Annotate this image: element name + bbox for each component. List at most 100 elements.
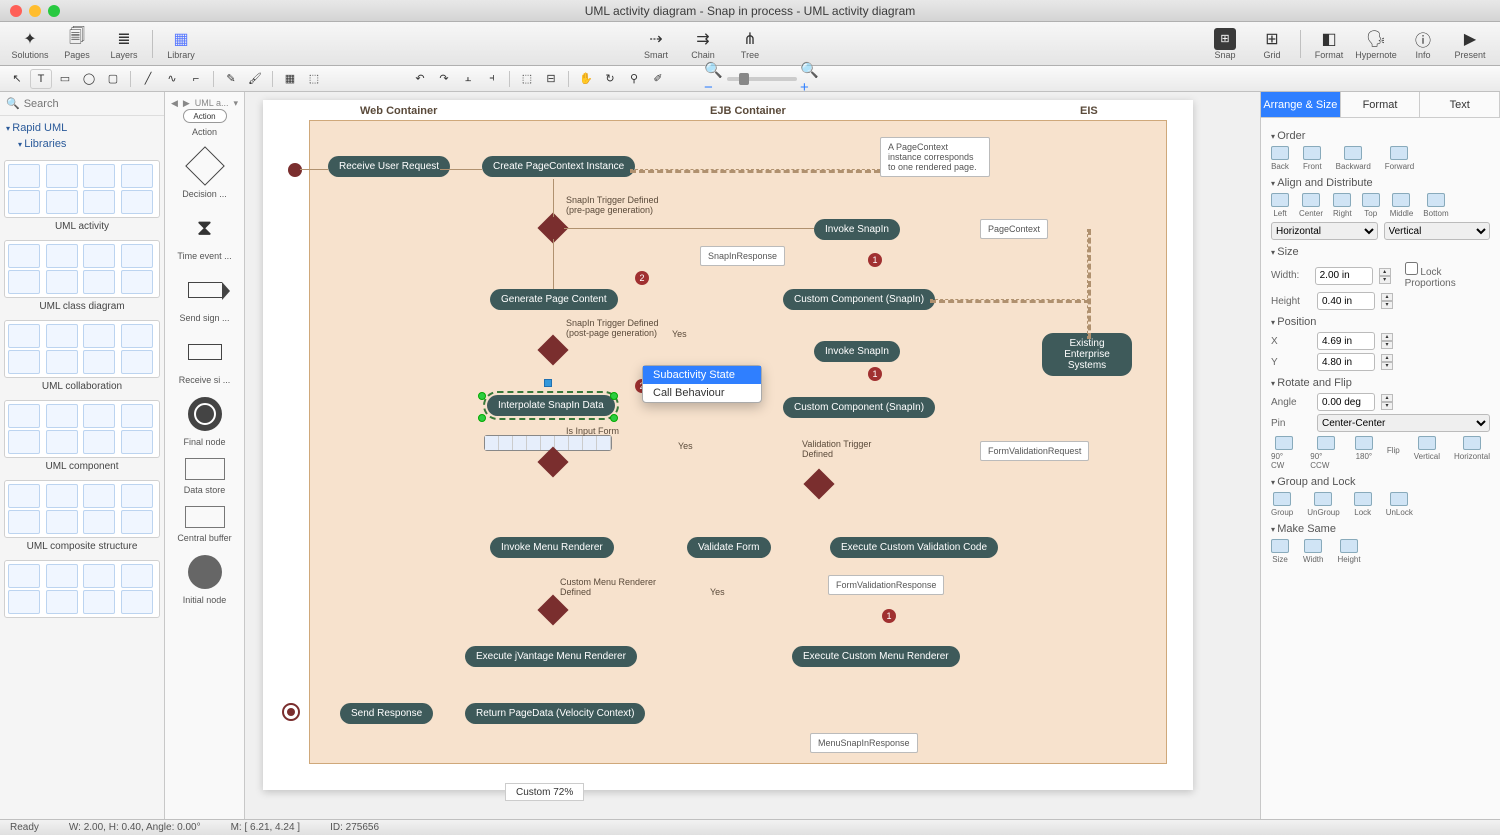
node-invoke-menu[interactable]: Invoke Menu Renderer xyxy=(490,537,614,558)
ellipse-tool[interactable]: ◯ xyxy=(78,69,100,89)
ungroup-button[interactable]: UnGroup xyxy=(1307,492,1339,517)
node-receive[interactable]: Receive User Request xyxy=(328,156,450,177)
height-input[interactable] xyxy=(1317,292,1375,310)
decision-1[interactable] xyxy=(537,212,568,243)
lib-uml-collab[interactable]: UML collaboration xyxy=(4,320,160,392)
finalnode-stencil[interactable] xyxy=(185,394,225,434)
section-position[interactable]: Position xyxy=(1271,316,1490,328)
rotate-180[interactable]: 180° xyxy=(1355,436,1373,470)
zoom-display[interactable]: Custom 72% xyxy=(505,783,584,801)
node-custom1[interactable]: Custom Component (SnapIn) xyxy=(783,289,935,310)
action-stencil-btn[interactable]: Action xyxy=(183,109,227,123)
nav-fwd-icon[interactable]: ▶ xyxy=(183,98,190,109)
hypernote-button[interactable]: 🗣Hypernote xyxy=(1354,24,1398,64)
spin-down[interactable]: ▾ xyxy=(1379,276,1391,284)
note-pagecontext[interactable]: A PageContext instance corresponds to on… xyxy=(880,137,990,177)
order-back[interactable]: Back xyxy=(1271,146,1289,171)
lib-uml-component[interactable]: UML component xyxy=(4,400,160,472)
library-button[interactable]: ▦Library xyxy=(159,24,203,64)
tree-libraries[interactable]: Libraries xyxy=(18,136,158,152)
align-right[interactable]: Right xyxy=(1333,193,1352,218)
pin-select[interactable]: Center-Center xyxy=(1317,414,1490,432)
section-order[interactable]: Order xyxy=(1271,130,1490,142)
note-pagectx[interactable]: PageContext xyxy=(980,219,1048,239)
align-center[interactable]: Center xyxy=(1299,193,1323,218)
node-generate[interactable]: Generate Page Content xyxy=(490,289,618,310)
search-input[interactable] xyxy=(24,98,166,110)
resize-handle[interactable] xyxy=(478,392,486,400)
makesame-size[interactable]: Size xyxy=(1271,539,1289,564)
section-group[interactable]: Group and Lock xyxy=(1271,476,1490,488)
rotate-tool[interactable]: ↻ xyxy=(599,69,621,89)
breadcrumb-tab[interactable]: UML a... xyxy=(195,98,229,109)
x-input[interactable] xyxy=(1317,332,1375,350)
node-invoke-snapin2[interactable]: Invoke SnapIn xyxy=(814,341,900,362)
smart-guide-toolbar[interactable] xyxy=(484,435,612,451)
spin-up[interactable]: ▴ xyxy=(1381,354,1393,362)
align-left[interactable]: Left xyxy=(1271,193,1289,218)
node-custom2[interactable]: Custom Component (SnapIn) xyxy=(783,397,935,418)
brush-tool[interactable]: 🖌 xyxy=(244,69,266,89)
sendsignal-stencil[interactable] xyxy=(185,270,225,310)
resize-handle[interactable] xyxy=(478,414,486,422)
spline-tool[interactable]: ∿ xyxy=(161,69,183,89)
lib-uml-composite[interactable]: UML composite structure xyxy=(4,480,160,552)
note-formvalresp[interactable]: FormValidationResponse xyxy=(828,575,944,595)
section-makesame[interactable]: Make Same xyxy=(1271,523,1490,535)
node-invoke-snapin1[interactable]: Invoke SnapIn xyxy=(814,219,900,240)
spin-up[interactable]: ▴ xyxy=(1381,394,1393,402)
align-top[interactable]: Top xyxy=(1362,193,1380,218)
layers-button[interactable]: ≣Layers xyxy=(102,24,146,64)
lock-button[interactable]: Lock xyxy=(1354,492,1372,517)
distribute-vert[interactable]: Vertical xyxy=(1384,222,1491,240)
node-send-resp[interactable]: Send Response xyxy=(340,703,433,724)
section-rotate[interactable]: Rotate and Flip xyxy=(1271,377,1490,389)
lock-proportions[interactable] xyxy=(1405,262,1418,275)
ungroup-tool[interactable]: ⊟ xyxy=(540,69,562,89)
section-align[interactable]: Align and Distribute xyxy=(1271,177,1490,189)
receivesignal-stencil[interactable] xyxy=(185,332,225,372)
menu-callbehaviour[interactable]: Call Behaviour xyxy=(643,384,761,402)
pages-button[interactable]: 🗐Pages xyxy=(55,24,99,64)
angle-input[interactable] xyxy=(1317,393,1375,411)
distribute-tool[interactable]: ⫞ xyxy=(481,69,503,89)
flip-vertical[interactable]: Vertical xyxy=(1414,436,1440,470)
order-front[interactable]: Front xyxy=(1303,146,1322,171)
distribute-horiz[interactable]: Horizontal xyxy=(1271,222,1378,240)
note-snapinresp[interactable]: SnapInResponse xyxy=(700,246,785,266)
zoom-out-button[interactable]: 🔍− xyxy=(703,69,725,89)
zoom-icon[interactable] xyxy=(48,5,60,17)
section-size[interactable]: Size xyxy=(1271,246,1490,258)
order-forward[interactable]: Forward xyxy=(1385,146,1414,171)
node-exec-custom-menu[interactable]: Execute Custom Menu Renderer xyxy=(792,646,960,667)
makesame-height[interactable]: Height xyxy=(1337,539,1360,564)
lib-more[interactable] xyxy=(4,560,160,618)
info-button[interactable]: ⓘInfo xyxy=(1401,24,1445,64)
flip-horizontal[interactable]: Horizontal xyxy=(1454,436,1490,470)
minimize-icon[interactable] xyxy=(29,5,41,17)
decision-2[interactable] xyxy=(537,334,568,365)
centralbuffer-stencil[interactable] xyxy=(185,504,225,530)
undo-button[interactable]: ↶ xyxy=(409,69,431,89)
nav-back-icon[interactable]: ◀ xyxy=(171,98,178,109)
note-formvalreq[interactable]: FormValidationRequest xyxy=(980,441,1089,461)
decision-3[interactable] xyxy=(537,446,568,477)
pencil-tool[interactable]: ✎ xyxy=(220,69,242,89)
present-button[interactable]: ▶Present xyxy=(1448,24,1492,64)
line-tool[interactable]: ╱ xyxy=(137,69,159,89)
tab-format[interactable]: Format xyxy=(1341,92,1421,117)
decision-4[interactable] xyxy=(803,468,834,499)
eyedropper-tool[interactable]: ⚲ xyxy=(623,69,645,89)
align-bottom[interactable]: Bottom xyxy=(1423,193,1448,218)
node-validate[interactable]: Validate Form xyxy=(687,537,771,558)
align-middle[interactable]: Middle xyxy=(1390,193,1414,218)
node-existing[interactable]: Existing Enterprise Systems xyxy=(1042,333,1132,376)
canvas[interactable]: Web Container EJB Container EIS Receive … xyxy=(245,92,1260,819)
zoom-in-button[interactable]: 🔍+ xyxy=(799,69,821,89)
rotate-90ccw[interactable]: 90° CCW xyxy=(1310,436,1341,470)
grid-button[interactable]: ⊞Grid xyxy=(1250,24,1294,64)
tree-root[interactable]: Rapid UML xyxy=(6,120,158,136)
tree-button[interactable]: ⋔Tree xyxy=(728,24,772,64)
tab-arrange[interactable]: Arrange & Size xyxy=(1261,92,1341,117)
format-button[interactable]: ◧Format xyxy=(1307,24,1351,64)
